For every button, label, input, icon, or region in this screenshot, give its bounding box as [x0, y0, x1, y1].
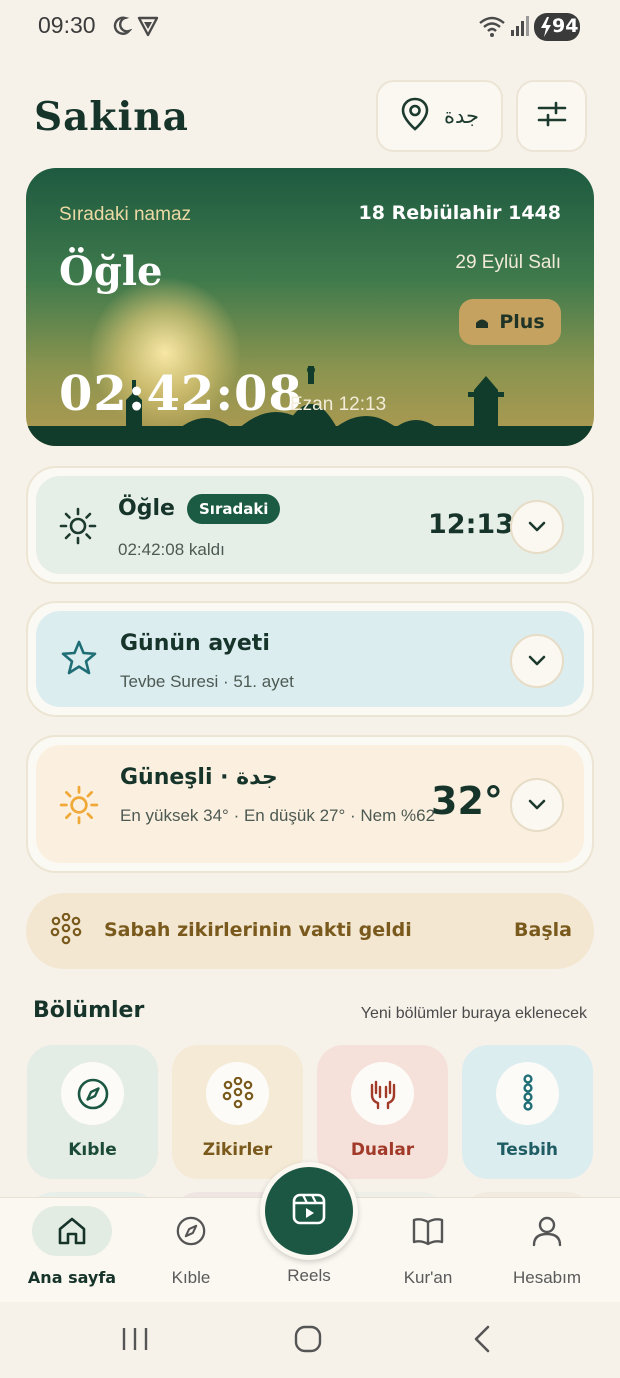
nav-label: Kıble — [171, 1268, 211, 1287]
app-title: Sakina — [34, 94, 189, 140]
chevron-down-icon — [528, 796, 546, 815]
start-button[interactable]: Başla — [514, 919, 572, 941]
moon-icon — [112, 14, 133, 42]
book-icon — [388, 1206, 468, 1256]
back-button[interactable] — [472, 1325, 492, 1357]
prayer-card-inner: Öğle Sıradaki 02:42:08 kaldı 12:13 — [36, 476, 584, 574]
wifi-icon — [478, 14, 506, 42]
tile-label: Tesbih — [496, 1140, 559, 1160]
sun-icon — [58, 506, 98, 550]
tile-label: Dualar — [350, 1140, 415, 1160]
location-label: جدة — [443, 104, 479, 128]
verse-subtitle: Tevbe Suresi · 51. ayet — [120, 672, 294, 691]
next-prayer-hero[interactable]: Sıradaki namaz 18 Rebiülahir 1448 Öğle 2… — [26, 168, 594, 446]
shield-icon — [137, 14, 159, 42]
next-prayer-name: Öğle — [59, 248, 163, 295]
verse-card-inner: Günün ayeti Tevbe Suresi · 51. ayet — [36, 611, 584, 707]
gregorian-date: 29 Eylül Salı — [455, 252, 561, 273]
plus-label: Plus — [499, 311, 545, 333]
prayer-name: Öğle — [118, 496, 175, 521]
tesbih-icon — [496, 1062, 559, 1125]
countdown-timer: 02:42:08 — [59, 366, 303, 422]
chevron-down-icon — [528, 652, 546, 671]
sliders-icon — [537, 101, 567, 131]
status-time: 09:30 — [38, 12, 96, 38]
battery-level: 94 — [552, 15, 579, 37]
chevron-down-icon — [528, 518, 546, 537]
weather-title: Güneşli · جدة — [120, 765, 278, 790]
nav-account[interactable]: Hesabım — [492, 1198, 602, 1303]
nav-label: Ana sayfa — [27, 1268, 117, 1287]
signal-icon — [510, 14, 530, 42]
nav-reels-button[interactable] — [260, 1162, 358, 1260]
sun-icon — [58, 784, 100, 830]
verse-card[interactable]: Günün ayeti Tevbe Suresi · 51. ayet — [26, 601, 594, 717]
nav-label: Kur'an — [403, 1268, 453, 1287]
nav-label: Reels — [287, 1266, 331, 1285]
mosque-icon — [475, 311, 489, 333]
remaining-time: 02:42:08 kaldı — [118, 540, 225, 559]
next-badge: Sıradaki — [187, 494, 281, 524]
dhikr-reminder-banner[interactable]: Sabah zikirlerinin vakti geldi Başla — [26, 893, 594, 969]
status-bar: 09:30 94 — [0, 0, 620, 56]
home-button[interactable] — [294, 1325, 322, 1357]
settings-button[interactable] — [516, 80, 587, 152]
tile-dualar[interactable]: Dualar — [317, 1045, 448, 1179]
next-prayer-label: Sıradaki namaz — [59, 204, 192, 225]
praying-hands-icon — [351, 1062, 414, 1125]
recent-apps-button[interactable] — [121, 1326, 149, 1356]
compass-icon — [151, 1206, 231, 1256]
verse-title: Günün ayeti — [120, 631, 270, 656]
star-icon — [60, 639, 98, 681]
nav-kible[interactable]: Kıble — [136, 1198, 246, 1303]
tile-kible[interactable]: Kıble — [27, 1045, 158, 1179]
prayer-card[interactable]: Öğle Sıradaki 02:42:08 kaldı 12:13 — [26, 466, 594, 584]
sections-note: Yeni bölümler buraya eklenecek — [360, 1005, 587, 1022]
home-icon — [32, 1206, 112, 1256]
top-bar: Sakina جدة — [0, 80, 620, 152]
compass-icon — [61, 1062, 124, 1125]
prayer-beads-icon — [50, 912, 82, 951]
location-button[interactable]: جدة — [376, 80, 503, 152]
hijri-date: 18 Rebiülahir 1448 — [358, 202, 561, 224]
tile-tesbih[interactable]: Tesbih — [462, 1045, 593, 1179]
nav-quran[interactable]: Kur'an — [373, 1198, 483, 1303]
nav-label: Hesabım — [512, 1268, 582, 1287]
nav-home[interactable]: Ana sayfa — [17, 1198, 127, 1303]
temperature: 32° — [431, 779, 503, 823]
expand-button[interactable] — [510, 778, 564, 832]
tile-zikirler[interactable]: Zikirler — [172, 1045, 303, 1179]
expand-button[interactable] — [510, 500, 564, 554]
prayer-beads-icon — [206, 1062, 269, 1125]
user-icon — [507, 1206, 587, 1256]
system-nav-bar — [0, 1302, 620, 1378]
banner-text: Sabah zikirlerinin vakti geldi — [104, 919, 412, 941]
prayer-time: 12:13 — [428, 509, 514, 540]
ezan-time: Ezan 12:13 — [290, 394, 387, 415]
weather-details: En yüksek 34° · En düşük 27° · Nem %62 — [120, 806, 436, 825]
sections-title: Bölümler — [33, 998, 145, 1023]
plus-button[interactable]: Plus — [459, 299, 561, 345]
location-pin-icon — [400, 97, 430, 135]
weather-card-inner: Güneşli · جدة En yüksek 34° · En düşük 2… — [36, 745, 584, 863]
weather-card[interactable]: Güneşli · جدة En yüksek 34° · En düşük 2… — [26, 735, 594, 873]
reels-icon — [291, 1191, 327, 1231]
tile-label: Kıble — [68, 1140, 117, 1160]
tile-label: Zikirler — [202, 1140, 273, 1160]
expand-button[interactable] — [510, 634, 564, 688]
